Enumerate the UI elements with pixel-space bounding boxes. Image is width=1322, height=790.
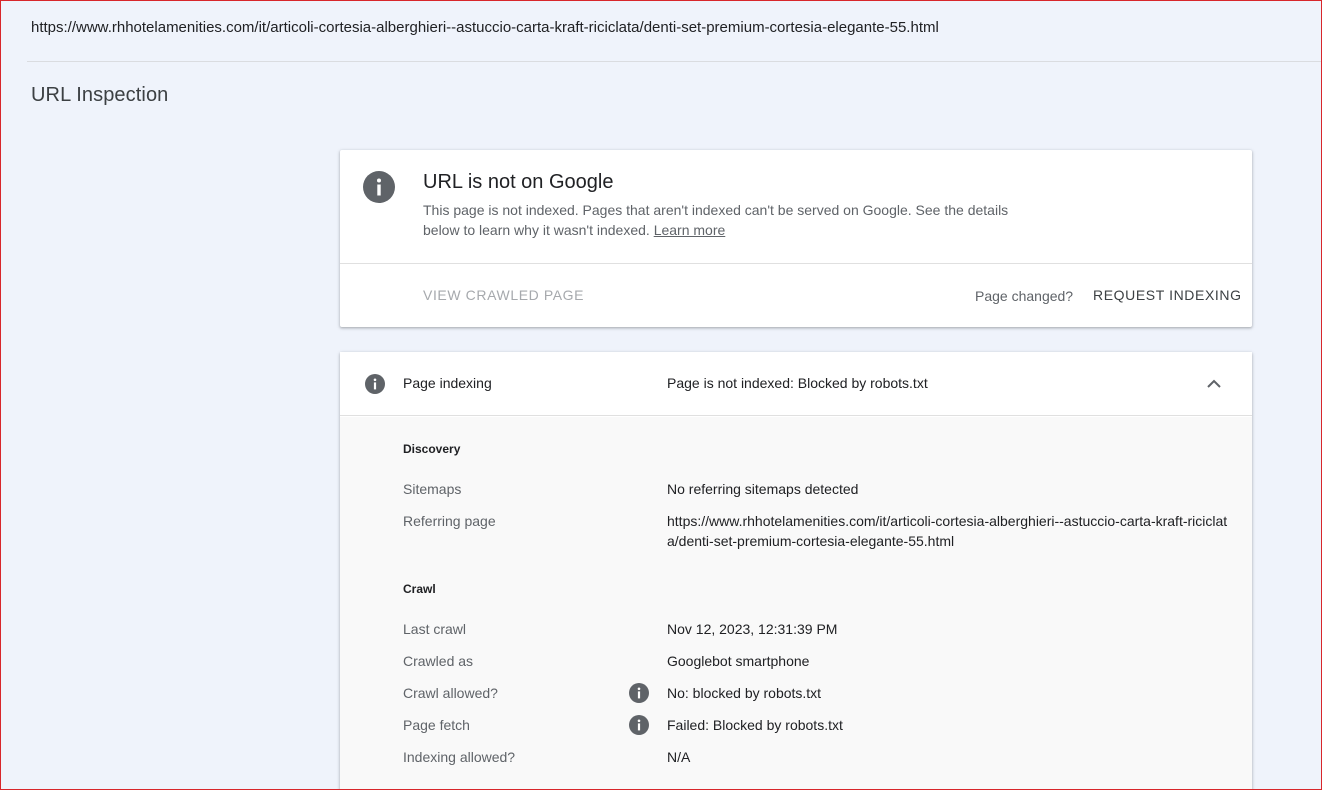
learn-more-link[interactable]: Learn more [654, 222, 726, 238]
sitemaps-value: No referring sitemaps detected [667, 481, 859, 497]
discovery-section-title: Discovery [403, 442, 461, 456]
page-changed-label: Page changed? [975, 288, 1074, 304]
info-icon[interactable] [629, 715, 649, 735]
last-crawl-value: Nov 12, 2023, 12:31:39 PM [667, 621, 838, 637]
crawl-allowed-label: Crawl allowed? [403, 685, 498, 701]
crawl-section-title: Crawl [403, 582, 436, 596]
page-indexing-label: Page indexing [403, 375, 492, 391]
last-crawl-label: Last crawl [403, 621, 467, 637]
referring-page-label: Referring page [403, 513, 496, 529]
status-card: URL is not on Google This page is not in… [340, 150, 1252, 327]
page-title: URL Inspection [31, 84, 169, 106]
page-indexing-value: Page is not indexed: Blocked by robots.t… [667, 375, 928, 391]
crawled-as-label: Crawled as [403, 653, 474, 669]
header-divider [27, 61, 1321, 62]
page-indexing-details: Discovery Sitemaps No referring sitemaps… [340, 417, 1252, 789]
sitemaps-label: Sitemaps [403, 481, 462, 497]
inspected-url: https://www.rhhotelamenities.com/it/arti… [31, 19, 939, 36]
info-icon[interactable] [629, 683, 649, 703]
card-divider [340, 263, 1252, 264]
indexing-allowed-value: N/A [667, 749, 691, 765]
view-crawled-page-button[interactable]: VIEW CRAWLED PAGE [423, 287, 584, 303]
page-indexing-card: Page indexing Page is not indexed: Block… [340, 352, 1252, 789]
info-icon [363, 171, 395, 203]
chevron-up-icon[interactable] [1205, 376, 1223, 392]
referring-page-value[interactable]: https://www.rhhotelamenities.com/it/arti… [667, 511, 1229, 551]
status-description: This page is not indexed. Pages that are… [423, 200, 1013, 240]
page-indexing-header[interactable]: Page indexing Page is not indexed: Block… [340, 352, 1252, 416]
status-heading: URL is not on Google [423, 171, 614, 193]
info-icon [365, 374, 385, 394]
request-indexing-button[interactable]: REQUEST INDEXING [1093, 287, 1242, 303]
page-fetch-label: Page fetch [403, 717, 470, 733]
app-frame: https://www.rhhotelamenities.com/it/arti… [0, 0, 1322, 790]
page-fetch-value: Failed: Blocked by robots.txt [667, 717, 843, 733]
crawl-allowed-value: No: blocked by robots.txt [667, 685, 822, 701]
crawled-as-value: Googlebot smartphone [667, 653, 810, 669]
indexing-allowed-label: Indexing allowed? [403, 749, 516, 765]
